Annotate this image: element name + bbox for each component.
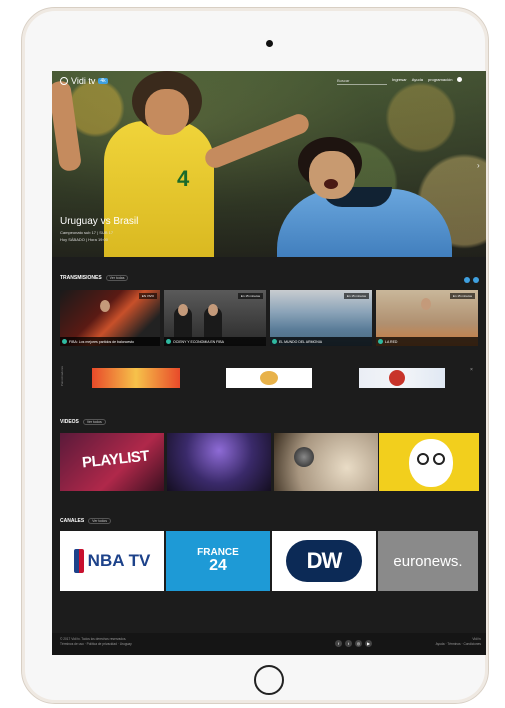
channel-dot-icon (62, 339, 67, 344)
nba-icon (73, 549, 84, 573)
chevron-right-icon[interactable] (473, 277, 479, 283)
channel-dot-icon (378, 339, 383, 344)
twitter-icon[interactable]: t (345, 640, 352, 647)
transmission-card[interactable]: EN VIVO FIBA: Los mejores partidos de ba… (60, 290, 160, 346)
player-face (309, 151, 355, 199)
jersey-number: 4 (177, 166, 190, 191)
cartoon-character (409, 439, 453, 487)
section-videos: VIDEOS Ver todos (60, 419, 106, 425)
channel-name: euronews. (393, 552, 463, 570)
carousel-arrows (464, 277, 479, 283)
nav-ingresar[interactable]: Ingresar (392, 77, 407, 82)
player-face (145, 89, 189, 135)
footer-legal: © 2017 Vidi tv. Todos los derechos reser… (60, 637, 132, 647)
channel-dot-icon (272, 339, 277, 344)
sponsor-logo (389, 370, 405, 386)
hero-time: Hoy SÁBADO | Hora 19:00 (60, 237, 108, 242)
eye-icon (433, 453, 445, 465)
caption-text: LA RED (385, 339, 398, 344)
video-card[interactable] (167, 433, 271, 491)
person-head (208, 304, 218, 316)
footer: © 2017 Vidi tv. Todos los derechos reser… (52, 633, 486, 655)
chevron-left-icon[interactable] (464, 277, 470, 283)
nav-links: Ingresar Ayuda programación (392, 77, 463, 82)
video-title: PLAYLIST (81, 447, 150, 472)
channel-euronews[interactable]: euronews. (378, 531, 478, 591)
caption-text: FIBA: Los mejores partidos de baloncesto (69, 339, 134, 344)
channel-dw[interactable]: DW (272, 531, 376, 591)
hero-title: Uruguay vs Brasil (60, 216, 139, 227)
nba-logo: NBA TV (73, 549, 151, 573)
app-logo[interactable]: Vidi tv 4k (60, 76, 108, 86)
card-caption: FIBA: Los mejores partidos de baloncesto (60, 337, 160, 346)
nav-ayuda[interactable]: Ayuda (412, 77, 423, 82)
logo-badge: 4k (98, 78, 108, 84)
eye-icon (417, 453, 429, 465)
footer-links[interactable]: Términos de uso · Política de privacidad… (60, 642, 132, 647)
logo-text: Vidi tv (71, 76, 96, 86)
facebook-icon[interactable]: f (335, 640, 342, 647)
person-head (178, 304, 188, 316)
footer-right: Vidi tv Ayuda · Términos · Condiciones (425, 637, 481, 647)
search-input[interactable]: Buscar (337, 78, 387, 85)
view-all-button[interactable]: Ver todas (105, 275, 129, 281)
channel-france-24[interactable]: FRANCE 24 (166, 531, 270, 591)
player-brazil (104, 121, 214, 257)
front-camera (266, 40, 273, 47)
close-icon[interactable]: × (470, 367, 473, 373)
schedule-badge: En 15 minutos (237, 293, 263, 299)
sponsor-banner[interactable] (359, 368, 445, 388)
player-mouth (324, 179, 338, 189)
section-title: CANALES (60, 518, 85, 524)
microphone-icon (294, 447, 314, 467)
schedule-badge: En 15 minutos (343, 293, 369, 299)
app-screen: 4 Vidi tv 4k Buscar Ingresar Ayuda progr… (52, 71, 486, 655)
live-badge: EN VIVO (138, 293, 157, 299)
channel-name: DW (306, 548, 343, 573)
transmission-card[interactable]: En 15 minutos LA RED (376, 290, 478, 346)
transmission-card[interactable]: En 15 minutos OCIENY Y ECONOMIA EN FIBA (164, 290, 266, 346)
section-canales: CANALES Ver todos (60, 518, 111, 524)
schedule-badge: En 15 minutos (449, 293, 475, 299)
view-all-button[interactable]: Ver todos (88, 518, 111, 524)
channel-number: 24 (209, 557, 227, 574)
video-card[interactable]: PLAYLIST (60, 433, 164, 491)
sponsor-banner[interactable] (226, 368, 312, 388)
video-card[interactable] (379, 433, 479, 491)
sponsor-banner[interactable] (92, 368, 180, 388)
player-figure (100, 300, 110, 312)
section-title: VIDEOS (60, 419, 79, 425)
channel-name: NBA TV (87, 551, 151, 570)
home-button[interactable] (254, 665, 284, 695)
video-card[interactable] (274, 433, 378, 491)
logo-icon (60, 77, 68, 85)
social-links: f t ◎ ▶ (335, 640, 372, 647)
card-caption: EL MUNDO DEL ARMONIA (270, 337, 372, 346)
view-all-button[interactable]: Ver todos (82, 419, 106, 425)
hero-banner[interactable]: 4 Vidi tv 4k Buscar Ingresar Ayuda progr… (52, 71, 486, 257)
chevron-right-icon[interactable]: › (477, 161, 480, 170)
instagram-icon[interactable]: ◎ (355, 640, 362, 647)
nav-programacion[interactable]: programación (428, 77, 452, 82)
top-navbar: Vidi tv 4k Buscar Ingresar Ayuda program… (52, 71, 486, 91)
sponsors-label: Patrocinadores (60, 366, 64, 387)
caption-text: OCIENY Y ECONOMIA EN FIBA (173, 339, 224, 344)
card-caption: LA RED (376, 337, 478, 346)
sponsor-logo (260, 371, 278, 385)
caption-text: EL MUNDO DEL ARMONIA (279, 339, 323, 344)
channel-nba-tv[interactable]: NBA TV (60, 531, 164, 591)
section-title: TRANSMISIONES (60, 275, 102, 281)
france24-logo: FRANCE 24 (197, 548, 239, 574)
section-transmisiones: TRANSMISIONES Ver todas (60, 275, 129, 281)
dw-logo: DW (286, 540, 362, 582)
hero-subtitle: Campeonato sub 17 | SUB 17 (60, 230, 114, 235)
user-icon[interactable] (457, 77, 463, 82)
channel-dot-icon (166, 339, 171, 344)
card-caption: OCIENY Y ECONOMIA EN FIBA (164, 337, 266, 346)
youtube-icon[interactable]: ▶ (365, 640, 372, 647)
transmission-card[interactable]: En 15 minutos EL MUNDO DEL ARMONIA (270, 290, 372, 346)
footer-links[interactable]: Ayuda · Términos · Condiciones (425, 642, 481, 647)
athlete-figure (421, 298, 431, 310)
